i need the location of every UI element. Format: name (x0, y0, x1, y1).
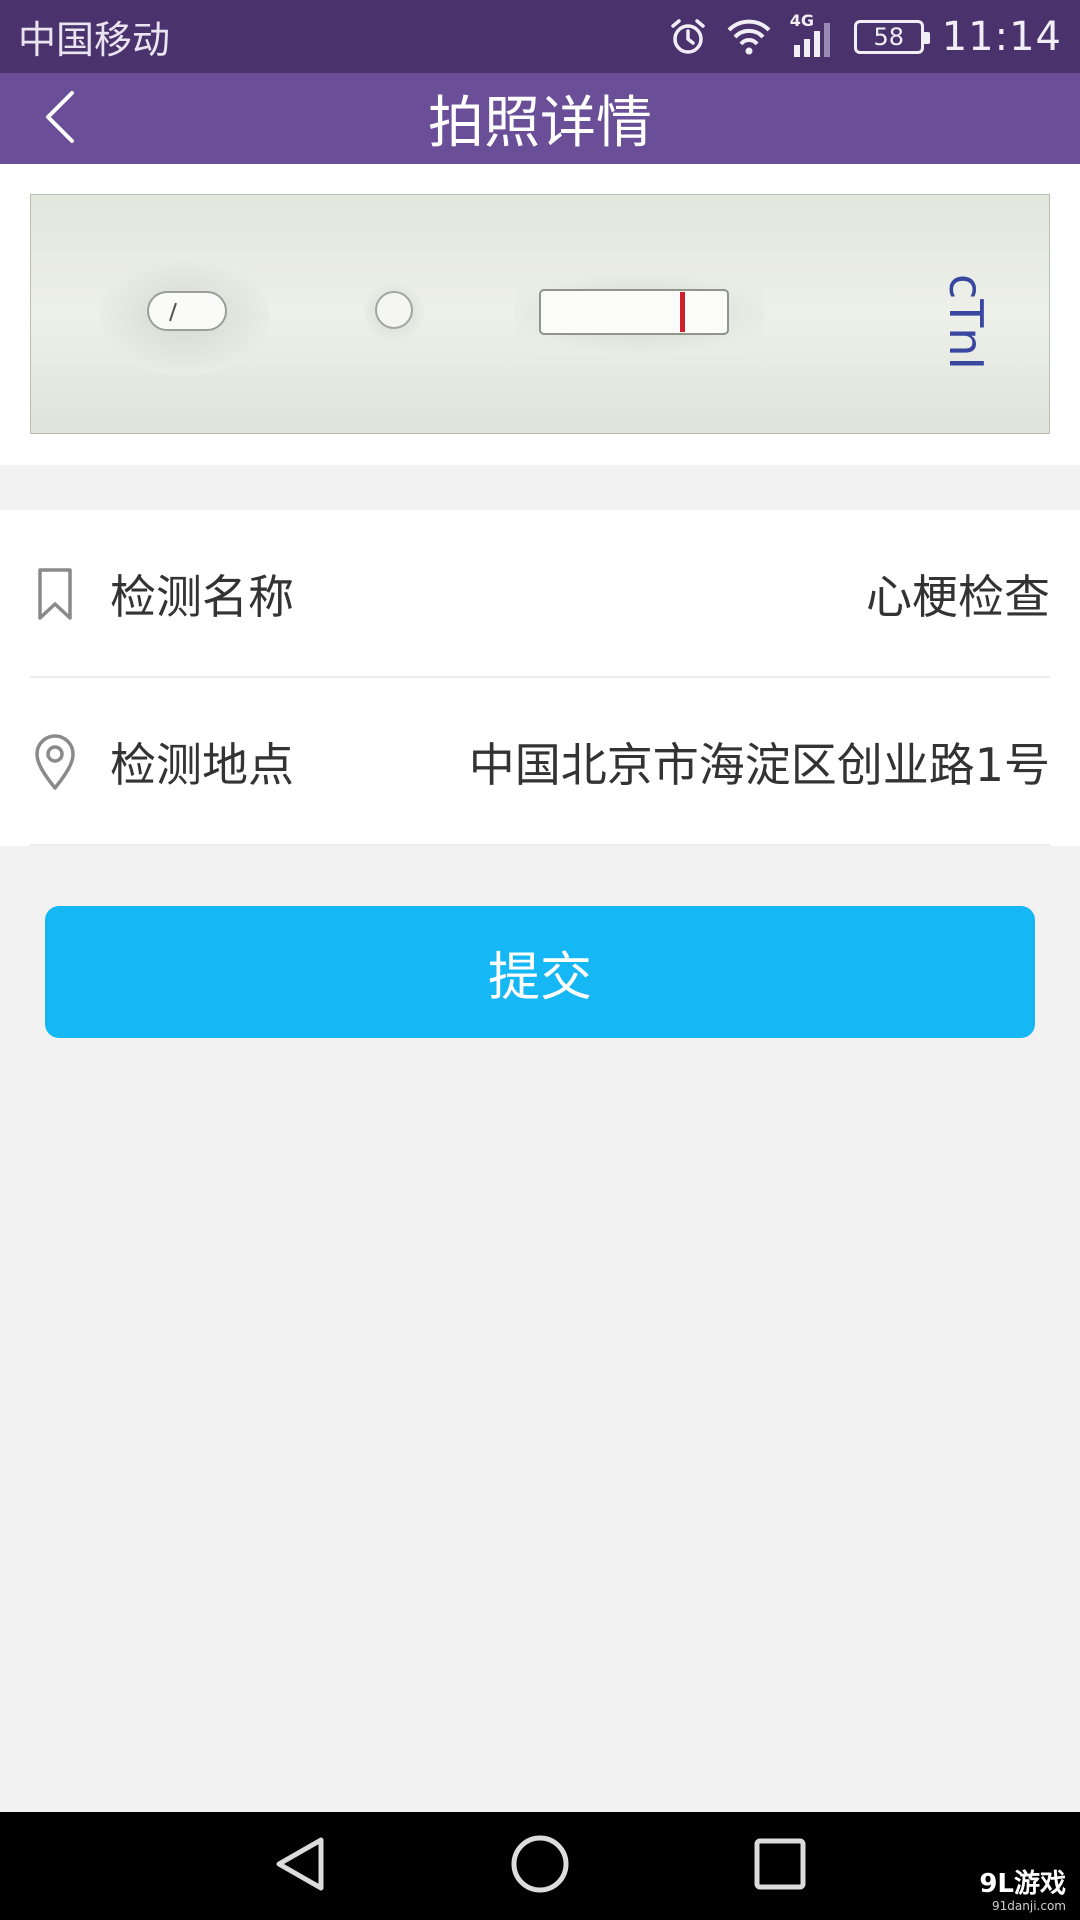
chevron-left-icon (42, 89, 78, 149)
nav-home-button[interactable] (505, 1834, 575, 1898)
circle-home-icon (510, 1834, 570, 1898)
test-strip-photo[interactable]: cTnI (29, 193, 1051, 435)
signal-icon: 4G (790, 11, 836, 59)
location-pin-icon (30, 732, 80, 792)
submit-button[interactable]: 提交 (45, 906, 1035, 1038)
triangle-back-icon (273, 1835, 327, 1897)
page-title: 拍照详情 (428, 91, 652, 156)
status-icons: 4G 58 11:14 (668, 11, 1062, 60)
watermark-sub: 91danji.com (992, 1899, 1066, 1913)
clock: 11:14 (941, 13, 1062, 60)
detail-row-test-name: 检测名称 心梗检查 (0, 510, 1080, 678)
detail-list: 检测名称 心梗检查 检测地点 中国北京市海淀区创业路1号 (0, 510, 1080, 846)
battery-level: 58 (873, 22, 904, 51)
watermark: 9L游戏 91danji.com (979, 1871, 1066, 1912)
photo-section: cTnI (0, 164, 1080, 465)
bookmark-icon (30, 564, 80, 624)
carrier-name: 中国移动 (18, 18, 171, 62)
divider (30, 844, 1050, 846)
title-bar: 拍照详情 (0, 73, 1080, 164)
alarm-icon (668, 17, 708, 57)
detail-row-test-location: 检测地点 中国北京市海淀区创业路1号 (0, 678, 1080, 846)
wifi-icon (726, 18, 772, 56)
watermark-main: 9L游戏 (979, 1869, 1066, 1899)
test-name-label: 检测名称 (110, 570, 294, 624)
nav-back-button[interactable] (265, 1834, 335, 1898)
nav-recent-button[interactable] (745, 1834, 815, 1898)
battery-indicator: 58 (853, 19, 930, 54)
test-location-value: 中国北京市海淀区创业路1号 (468, 738, 1050, 792)
strip-label: cTnI (939, 274, 993, 370)
status-bar: 中国移动 4G 58 11:14 (0, 0, 1080, 73)
test-name-value: 心梗检查 (866, 570, 1050, 624)
test-location-label: 检测地点 (110, 738, 294, 792)
back-button[interactable] (30, 89, 90, 149)
navigation-bar: 9L游戏 91danji.com (0, 1812, 1080, 1920)
square-recent-icon (753, 1837, 807, 1895)
